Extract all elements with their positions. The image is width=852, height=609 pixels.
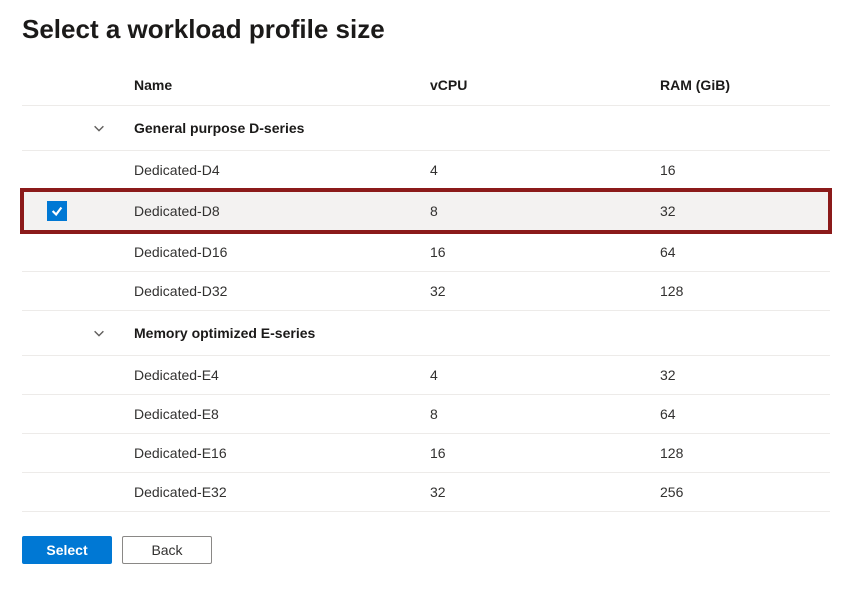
cell-ram: 64	[660, 244, 830, 260]
cell-vcpu: 16	[430, 445, 660, 461]
cell-ram: 128	[660, 445, 830, 461]
cell-ram: 64	[660, 406, 830, 422]
cell-name: Dedicated-D4	[134, 162, 430, 178]
table-row[interactable]: Dedicated-D16 16 64	[22, 233, 830, 272]
group-header-e-series[interactable]: Memory optimized E-series	[22, 311, 830, 356]
table-row[interactable]: Dedicated-E32 32 256	[22, 473, 830, 512]
cell-ram: 128	[660, 283, 830, 299]
cell-vcpu: 4	[430, 162, 660, 178]
page-title: Select a workload profile size	[22, 14, 830, 45]
cell-ram: 16	[660, 162, 830, 178]
column-header-name[interactable]: Name	[134, 77, 430, 93]
select-button[interactable]: Select	[22, 536, 112, 564]
chevron-down-icon	[92, 326, 106, 340]
cell-name: Dedicated-D8	[134, 203, 430, 219]
group-label: General purpose D-series	[134, 120, 430, 136]
cell-vcpu: 16	[430, 244, 660, 260]
cell-name: Dedicated-D16	[134, 244, 430, 260]
cell-vcpu: 8	[430, 406, 660, 422]
column-header-ram[interactable]: RAM (GiB)	[660, 77, 830, 93]
table-row[interactable]: Dedicated-D32 32 128	[22, 272, 830, 311]
cell-name: Dedicated-E16	[134, 445, 430, 461]
cell-name: Dedicated-E4	[134, 367, 430, 383]
table-row[interactable]: Dedicated-D8 8 32	[22, 190, 830, 233]
cell-vcpu: 4	[430, 367, 660, 383]
group-label: Memory optimized E-series	[134, 325, 430, 341]
column-header-vcpu[interactable]: vCPU	[430, 77, 660, 93]
back-button[interactable]: Back	[122, 536, 212, 564]
cell-vcpu: 32	[430, 283, 660, 299]
group-header-d-series[interactable]: General purpose D-series	[22, 106, 830, 151]
button-bar: Select Back	[22, 536, 830, 564]
cell-ram: 256	[660, 484, 830, 500]
cell-ram: 32	[660, 203, 830, 219]
cell-vcpu: 32	[430, 484, 660, 500]
chevron-down-icon	[92, 121, 106, 135]
row-checkbox[interactable]	[47, 201, 67, 221]
table-row[interactable]: Dedicated-E8 8 64	[22, 395, 830, 434]
table-row[interactable]: Dedicated-E16 16 128	[22, 434, 830, 473]
table-header: Name vCPU RAM (GiB)	[22, 67, 830, 106]
cell-ram: 32	[660, 367, 830, 383]
table-row[interactable]: Dedicated-D4 4 16	[22, 151, 830, 190]
table-row[interactable]: Dedicated-E4 4 32	[22, 356, 830, 395]
cell-name: Dedicated-E8	[134, 406, 430, 422]
cell-name: Dedicated-D32	[134, 283, 430, 299]
workload-profile-table: Name vCPU RAM (GiB) General purpose D-se…	[22, 67, 830, 512]
cell-name: Dedicated-E32	[134, 484, 430, 500]
cell-vcpu: 8	[430, 203, 660, 219]
